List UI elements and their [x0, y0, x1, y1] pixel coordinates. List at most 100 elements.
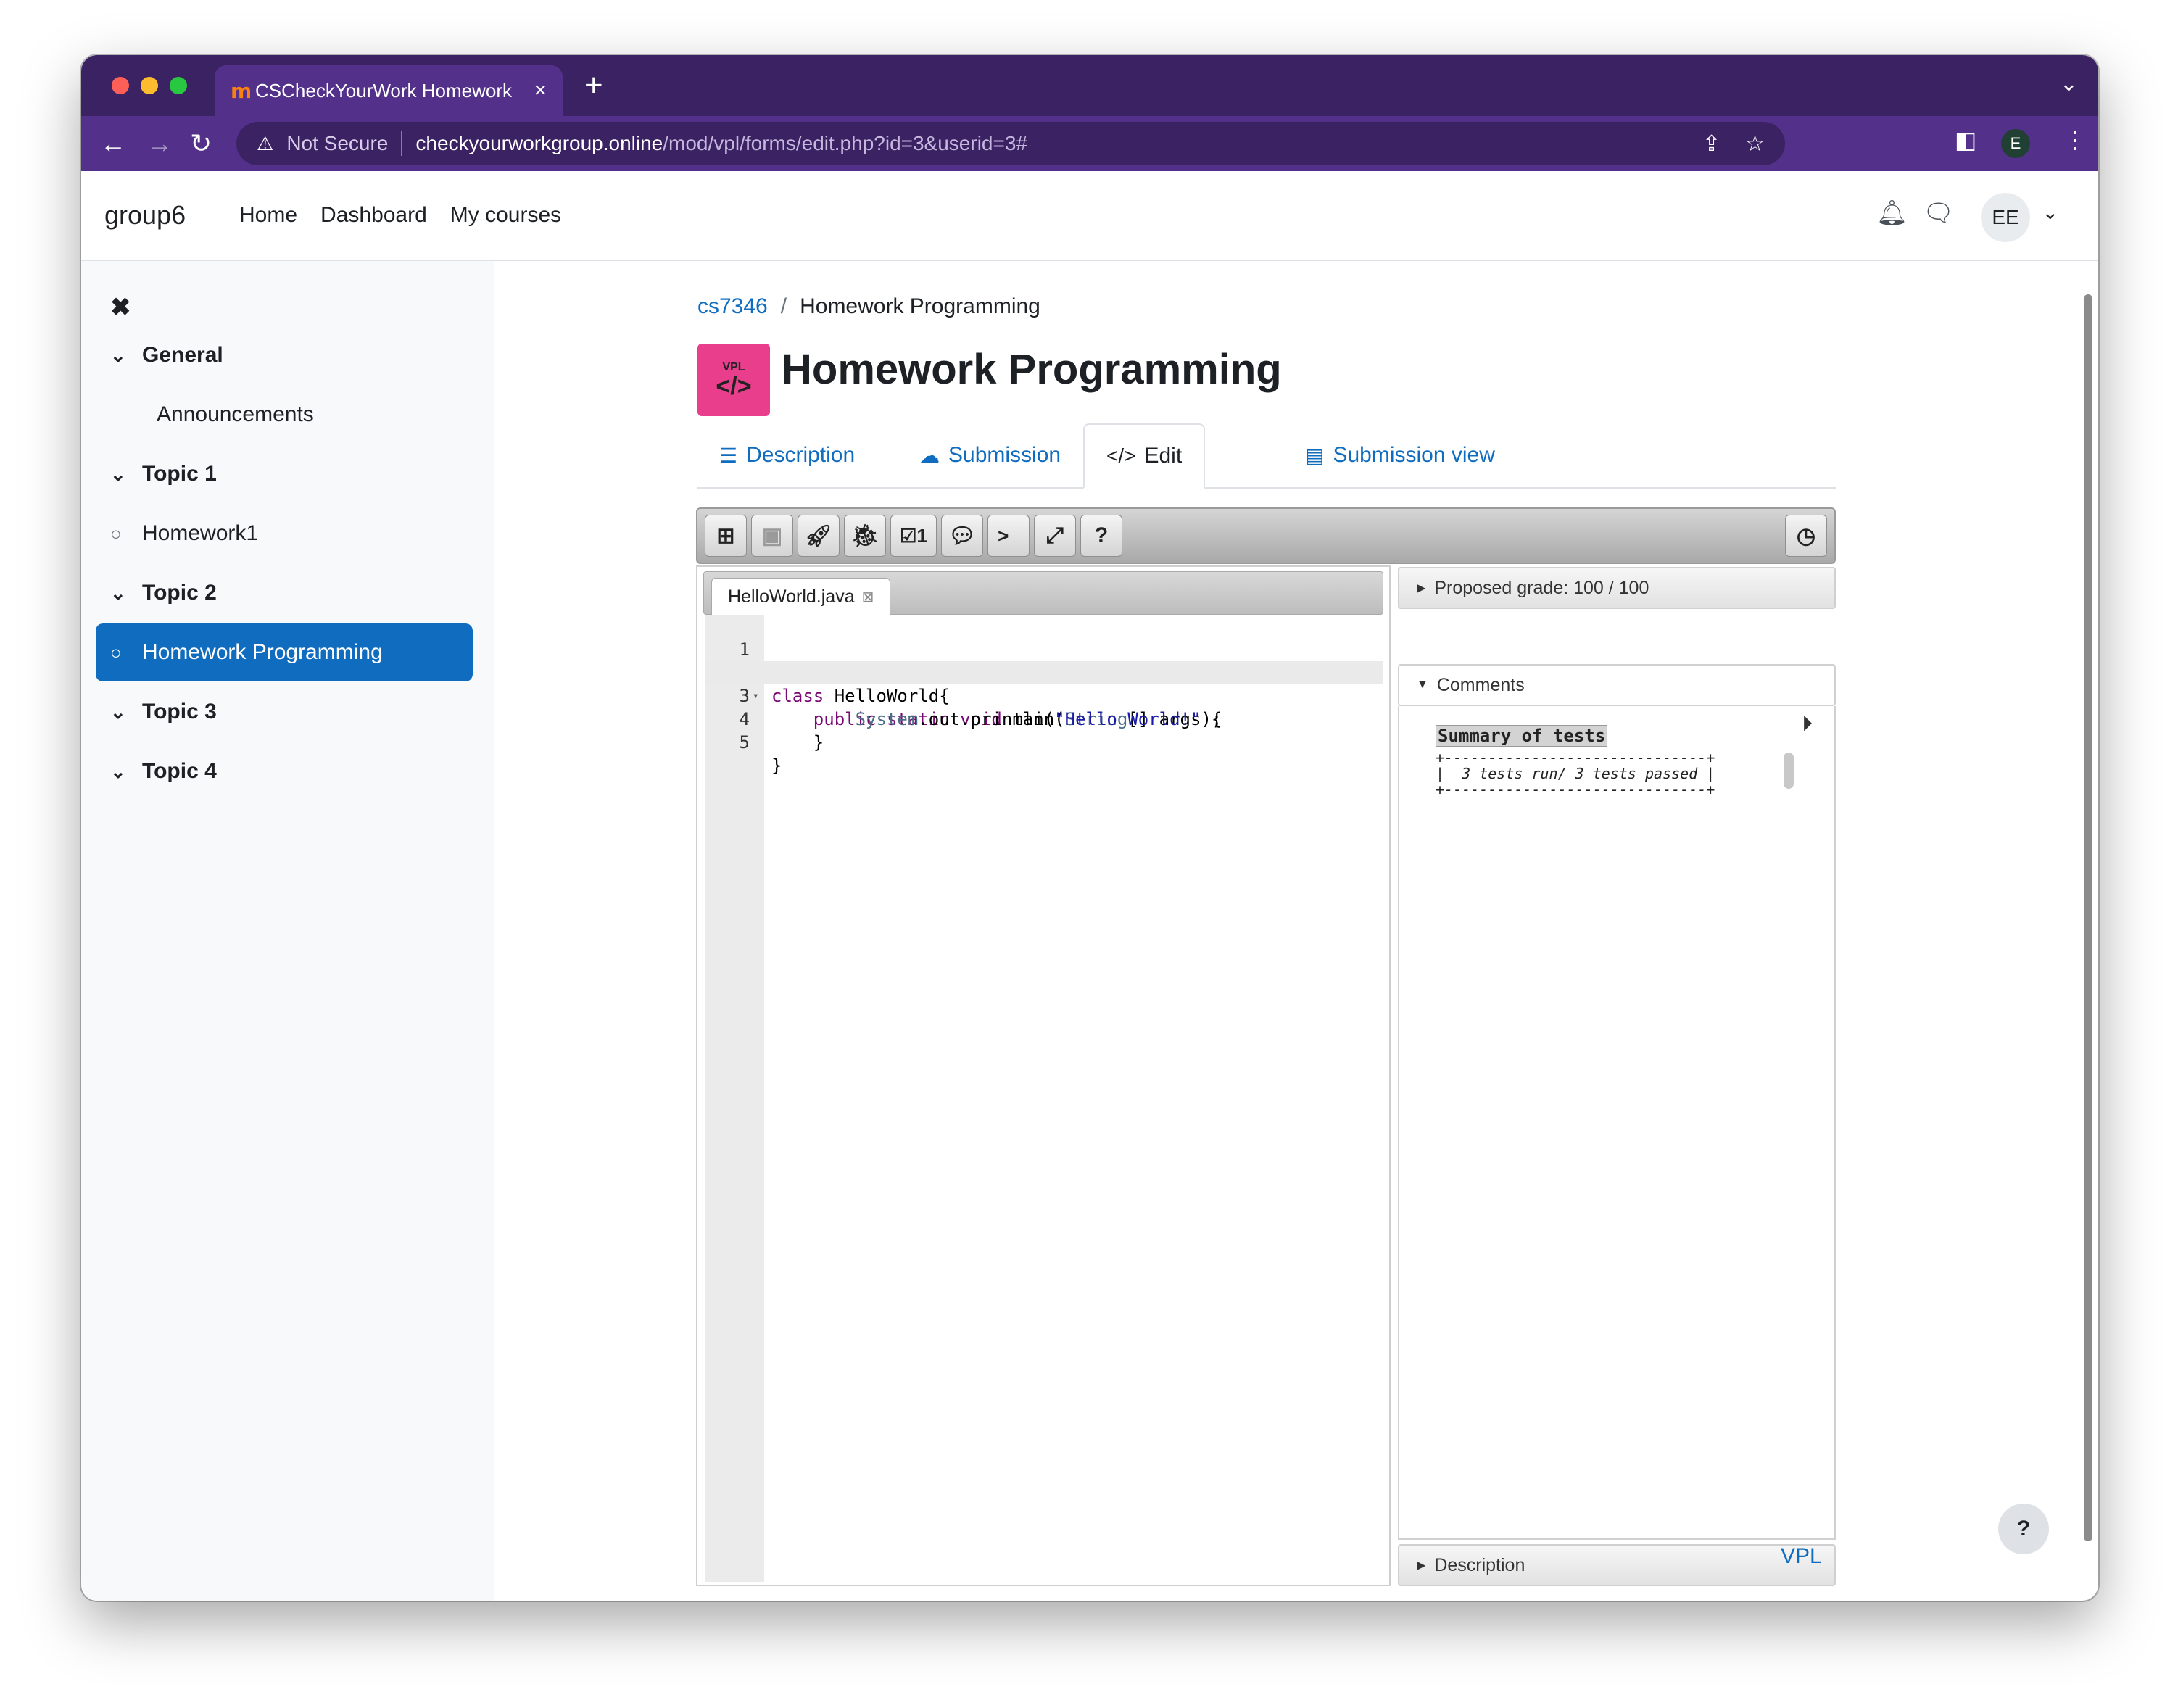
proposed-grade-label: Proposed grade: 100 / 100 [1434, 577, 1649, 598]
tab-label: Submission view [1333, 443, 1495, 467]
code-line: 5 } [705, 708, 1383, 776]
tab-edit[interactable]: </> Edit [1083, 423, 1206, 489]
messages-icon[interactable]: 🗨︎ [1923, 199, 1954, 228]
nav-dashboard[interactable]: Dashboard [320, 203, 427, 228]
comments-panel: ⏵ Summary of tests +--------------------… [1398, 706, 1836, 1540]
browser-profile-avatar[interactable]: E [2001, 129, 2030, 158]
address-bar[interactable]: ⚠ Not Secure checkyourworkgroup.online /… [236, 122, 1785, 165]
course-section-topic-4[interactable]: ⌄ Topic 4 [96, 742, 473, 800]
run-button[interactable]: 🚀︎ [798, 515, 840, 557]
reload-button[interactable]: ↻ [190, 128, 212, 159]
description-label: Description [1434, 1554, 1525, 1575]
activity-tabs: ☰ Description ☁ Submission </> Edit ▤ Su… [697, 423, 1836, 489]
timer-button[interactable]: ◷ [1785, 515, 1827, 557]
help-button[interactable]: ? [1998, 1504, 2049, 1554]
code-line-current: 3 System.out.println("Hello World!"); [705, 661, 1383, 729]
course-section-topic-3[interactable]: ⌄ Topic 3 [96, 683, 473, 741]
description-row[interactable]: ▶ Description [1398, 1544, 1836, 1586]
browser-tab-active[interactable]: m CSCheckYourWork Homework × [215, 65, 563, 116]
tab-description[interactable]: ☰ Description [719, 423, 855, 487]
breadcrumb-course-link[interactable]: cs7346 [697, 294, 768, 319]
back-button[interactable]: ← [100, 128, 126, 159]
evaluate-button[interactable]: ☑1 [890, 515, 937, 557]
new-tab-button[interactable]: + [584, 70, 603, 101]
debug-button[interactable]: 🐞︎ [844, 515, 886, 557]
course-section-topic-2[interactable]: ⌄ Topic 2 [96, 564, 473, 622]
chevron-down-icon[interactable]: ⌄ [2042, 200, 2058, 224]
section-label: Topic 3 [142, 700, 217, 724]
code-editor[interactable]: 1 ▾ class HelloWorld{ 2 ▾ public static … [705, 615, 1383, 776]
save-button[interactable]: ▣ [751, 515, 793, 557]
notifications-bell-icon[interactable]: 🔔︎ [1876, 199, 1908, 228]
maximize-window-button[interactable] [170, 77, 187, 94]
section-label: Topic 4 [142, 759, 217, 783]
summary-border-bottom: +------------------------------+ [1436, 781, 1715, 798]
code-line: 4 } [705, 684, 1383, 753]
page-title: Homework Programming [782, 346, 1282, 393]
tab-submission-view[interactable]: ▤ Submission view [1305, 423, 1495, 487]
tab-close-icon[interactable]: × [534, 78, 547, 103]
moodle-favicon-icon: m [231, 78, 252, 103]
editor-toolbar: ⊞ ▣ 🚀︎ 🐞︎ ☑1 💬︎ >_ ⤢ ? ◷ [696, 507, 1836, 564]
minimize-window-button[interactable] [141, 77, 158, 94]
checkbox-icon: ☑1 [900, 524, 927, 547]
help-editor-button[interactable]: ? [1080, 515, 1122, 557]
chevron-down-icon[interactable]: ⌄ [110, 760, 142, 783]
nav-home[interactable]: Home [239, 203, 297, 228]
course-item-homework-programming[interactable]: ○ Homework Programming [96, 623, 473, 681]
share-icon[interactable]: ⇪ [1702, 131, 1721, 157]
play-console-icon[interactable]: ⏵ [1802, 712, 1813, 737]
proposed-grade-row[interactable]: ▶ Proposed grade: 100 / 100 [1398, 567, 1836, 609]
close-file-icon[interactable]: ⊠ [862, 588, 874, 606]
triangle-right-icon: ▶ [1417, 1559, 1426, 1572]
chevron-down-icon[interactable]: ⌄ [110, 582, 142, 605]
summary-box: +------------------------------+ | 3 tes… [1436, 750, 1715, 797]
course-section-general[interactable]: ⌄ General [96, 326, 473, 384]
comments-button[interactable]: 💬︎ [941, 515, 983, 557]
file-tab-label: HelloWorld.java [728, 586, 855, 607]
breadcrumb-separator: / [780, 294, 787, 318]
comments-header[interactable]: ▼ Comments [1398, 664, 1836, 706]
fullscreen-button[interactable]: ⤢ [1034, 515, 1076, 557]
tab-submission[interactable]: ☁ Submission [919, 423, 1061, 487]
course-item-homework1[interactable]: ○ Homework1 [96, 505, 473, 563]
code-icon: </> [1106, 444, 1136, 467]
archive-icon: ▤ [1305, 444, 1325, 467]
site-navbar: group6 Home Dashboard My courses 🔔︎ 🗨︎ E… [81, 171, 2098, 261]
chevron-down-icon[interactable]: ⌄ [110, 344, 142, 367]
chevron-down-icon[interactable]: ⌄ [110, 463, 142, 486]
item-label: Homework1 [142, 521, 259, 545]
tab-search-icon[interactable]: ⌄ [2060, 71, 2078, 96]
course-section-topic-1[interactable]: ⌄ Topic 1 [96, 445, 473, 503]
bookmark-star-icon[interactable]: ☆ [1745, 131, 1765, 157]
vpl-footer-link[interactable]: VPL [1781, 1544, 1822, 1569]
course-item-announcements[interactable]: Announcements [96, 386, 473, 444]
browser-menu-icon[interactable]: ⋮ [2063, 126, 2087, 154]
page-scrollbar[interactable] [2084, 294, 2092, 1541]
site-name[interactable]: group6 [104, 200, 186, 231]
security-label[interactable]: Not Secure [286, 132, 388, 155]
close-window-button[interactable] [112, 77, 129, 94]
code-text: } [771, 755, 782, 776]
file-tab[interactable]: HelloWorld.java ⊠ [711, 578, 891, 615]
section-label: Topic 1 [142, 462, 217, 486]
omnibox-separator [401, 131, 403, 156]
side-panel-icon[interactable]: ◧ [1955, 126, 1976, 154]
course-index-drawer: ✖ ⌄ General Announcements ⌄ Topic 1 ○ Ho… [81, 261, 494, 1601]
new-file-button[interactable]: ⊞ [705, 515, 747, 557]
expand-icon: ⤢ [1046, 523, 1064, 547]
bug-icon: 🐞︎ [850, 523, 879, 548]
close-drawer-icon[interactable]: ✖ [110, 293, 131, 322]
question-icon: ? [1094, 523, 1109, 547]
forward-button[interactable]: → [146, 128, 173, 159]
terminal-icon: >_ [998, 524, 1019, 547]
nav-my-courses[interactable]: My courses [450, 203, 561, 228]
user-avatar[interactable]: EE [1981, 193, 2030, 242]
console-button[interactable]: >_ [987, 515, 1030, 557]
code-editor-pane: HelloWorld.java ⊠ 1 ▾ class HelloWorld{ … [696, 565, 1391, 1586]
chevron-down-icon[interactable]: ⌄ [110, 701, 142, 724]
url-path: /mod/vpl/forms/edit.php?id=3&userid=3# [663, 132, 1027, 154]
warning-icon: ⚠ [257, 132, 274, 154]
file-tab-bar: HelloWorld.java ⊠ [703, 571, 1383, 615]
comments-scrollbar[interactable] [1784, 753, 1794, 789]
